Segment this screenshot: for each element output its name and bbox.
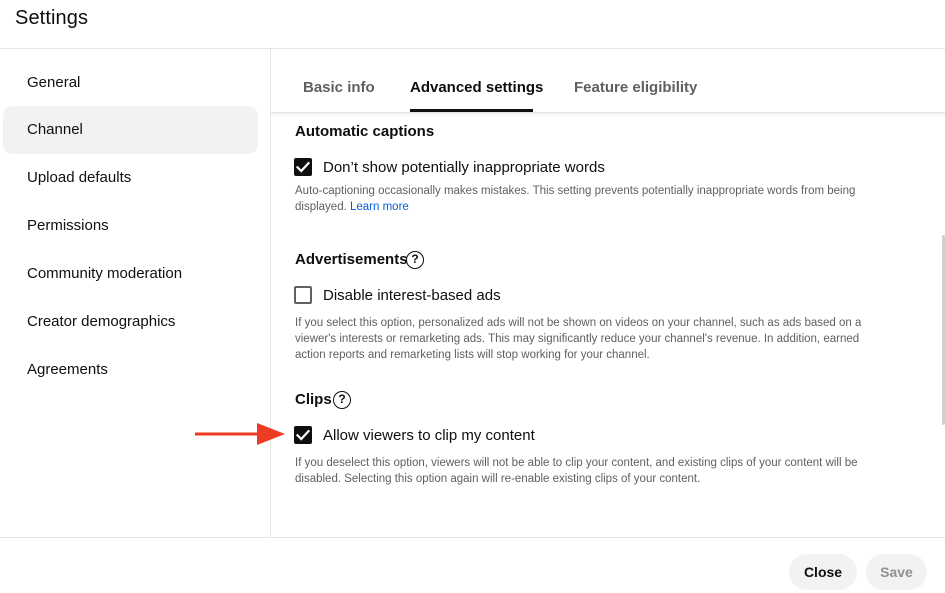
ads-description: If you select this option, personalized … — [295, 317, 862, 361]
tab-basic-info[interactable]: Basic info — [303, 79, 375, 96]
captions-section-title: Automatic captions — [295, 123, 435, 140]
checkmark-icon — [295, 429, 311, 441]
clips-section-title: Clips — [295, 391, 332, 408]
captions-description: Auto-captioning occasionally makes mista… — [295, 185, 856, 213]
ads-help-icon[interactable]: ? — [406, 251, 424, 269]
settings-content: Basic info Advanced settings Feature eli… — [271, 49, 945, 538]
learn-more-link[interactable]: Learn more — [350, 201, 409, 213]
sidebar-item-creator-demographics[interactable]: Creator demographics — [3, 298, 258, 346]
annotation-arrow-icon — [195, 423, 285, 445]
sidebar-item-upload-defaults[interactable]: Upload defaults — [3, 154, 258, 202]
tab-feature-eligibility[interactable]: Feature eligibility — [574, 79, 697, 96]
close-button[interactable]: Close — [789, 554, 857, 590]
active-tab-indicator — [410, 109, 533, 112]
sidebar-item-community-moderation[interactable]: Community moderation — [3, 250, 258, 298]
page-title: Settings — [15, 7, 89, 29]
sidebar-item-agreements[interactable]: Agreements — [3, 346, 258, 394]
clips-checkbox-label[interactable]: Allow viewers to clip my content — [323, 427, 535, 444]
clips-checkbox[interactable] — [294, 426, 312, 444]
sidebar-item-channel[interactable]: Channel — [3, 106, 258, 154]
interest-ads-checkbox[interactable] — [294, 286, 312, 304]
tab-advanced-settings[interactable]: Advanced settings — [410, 79, 543, 96]
save-button[interactable]: Save — [866, 554, 927, 590]
dialog-footer: Close Save — [0, 537, 945, 593]
clips-description: If you deselect this option, viewers wil… — [295, 457, 858, 485]
checkmark-icon — [295, 161, 311, 173]
captions-checkbox-label[interactable]: Don’t show potentially inappropriate wor… — [323, 159, 605, 176]
captions-checkbox[interactable] — [294, 158, 312, 176]
settings-sidebar: General Channel Upload defaults Permissi… — [0, 49, 271, 538]
sidebar-item-permissions[interactable]: Permissions — [3, 202, 258, 250]
interest-ads-checkbox-label[interactable]: Disable interest-based ads — [323, 287, 501, 304]
tab-bar: Basic info Advanced settings Feature eli… — [271, 49, 945, 113]
sidebar-item-general[interactable]: General — [3, 59, 258, 107]
ads-section-title: Advertisements — [295, 251, 408, 268]
clips-help-icon[interactable]: ? — [333, 391, 351, 409]
settings-header: Settings — [0, 0, 945, 49]
